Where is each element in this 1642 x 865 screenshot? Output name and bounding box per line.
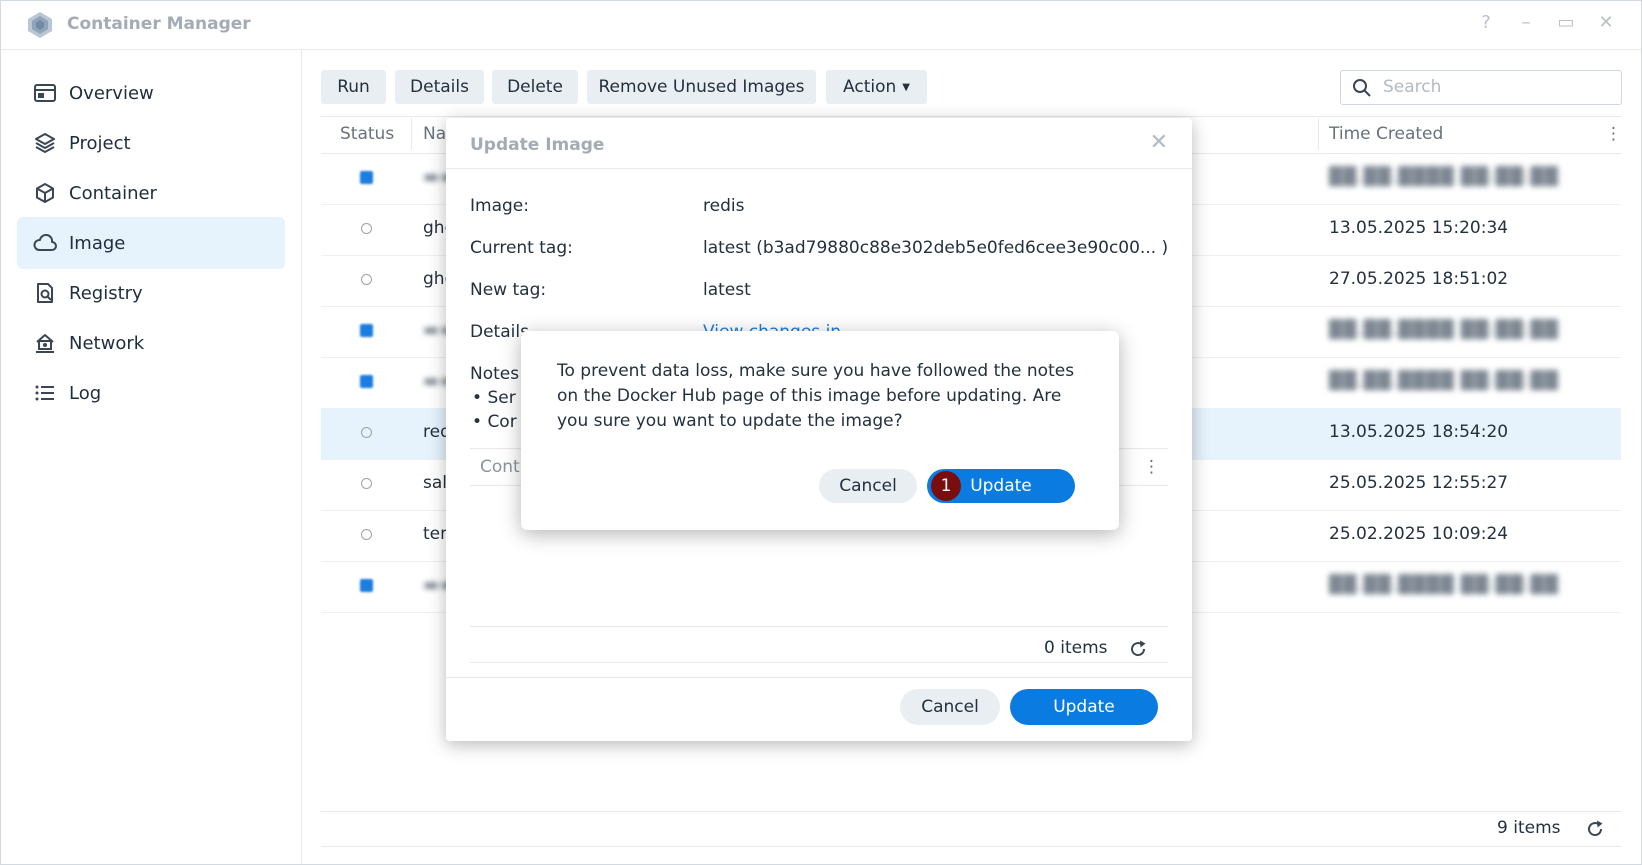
list-icon xyxy=(33,381,57,405)
sidebar-item-label: Project xyxy=(69,132,131,154)
current-tag-value: latest (b3ad79880c88e302deb5e0fed6cee3e9… xyxy=(703,238,1169,258)
title-bar: Container Manager ? – ▭ ✕ xyxy=(1,1,1641,50)
caret-down-icon: ▼ xyxy=(902,81,910,93)
column-options-icon[interactable]: ⋮ xyxy=(1143,457,1160,477)
running-status-icon xyxy=(360,579,373,592)
image-name: sal xyxy=(423,473,447,493)
confirm-update-label: Update xyxy=(970,476,1032,496)
sidebar-item-label: Overview xyxy=(69,82,154,104)
column-header-time-created[interactable]: Time Created xyxy=(1329,116,1443,152)
sidebar-item-label: Registry xyxy=(69,282,143,304)
registry-icon xyxy=(33,281,57,305)
update-button[interactable]: Update xyxy=(1010,689,1158,725)
maximize-icon[interactable]: ▭ xyxy=(1554,11,1578,35)
time-created: ██.██.████ ██:██:██ xyxy=(1329,371,1559,391)
cube-icon xyxy=(33,181,57,205)
current-tag-label: Current tag: xyxy=(470,238,573,258)
running-status-icon xyxy=(360,324,373,337)
column-options-icon[interactable]: ⋮ xyxy=(1605,116,1622,152)
idle-status-icon xyxy=(361,478,372,489)
container-manager-logo-icon xyxy=(28,12,52,38)
items-count: 9 items xyxy=(1497,818,1561,838)
close-icon[interactable]: ✕ xyxy=(1150,130,1168,155)
notes-item: • Cor xyxy=(472,412,517,432)
sidebar-item-project[interactable]: Project xyxy=(17,117,285,169)
table-footer-divider xyxy=(321,811,1621,812)
sidebar-item-network[interactable]: Network xyxy=(17,317,285,369)
time-created: 25.02.2025 10:09:24 xyxy=(1329,524,1509,544)
confirm-update-button[interactable]: 1 Update xyxy=(927,469,1075,503)
sub-table-bottom-divider xyxy=(470,662,1168,663)
column-divider xyxy=(411,118,412,150)
new-tag-label: New tag: xyxy=(470,280,547,300)
confirm-message: To prevent data loss, make sure you have… xyxy=(557,361,1075,431)
search-icon xyxy=(1353,79,1371,97)
time-created: ██.██.████ ██:██:██ xyxy=(1329,167,1559,187)
idle-status-icon xyxy=(361,427,372,438)
sidebar: Overview Project Container Image Registr… xyxy=(1,50,302,864)
time-created: 27.05.2025 18:51:02 xyxy=(1329,269,1509,289)
remove-unused-images-button[interactable]: Remove Unused Images xyxy=(587,70,816,104)
idle-status-icon xyxy=(361,274,372,285)
action-dropdown[interactable]: Action ▼ xyxy=(826,70,927,104)
app-title: Container Manager xyxy=(67,14,251,34)
idle-status-icon xyxy=(361,223,372,234)
sidebar-item-registry[interactable]: Registry xyxy=(17,267,285,319)
help-icon[interactable]: ? xyxy=(1474,11,1498,35)
details-button[interactable]: Details xyxy=(395,70,484,104)
column-header-status[interactable]: Status xyxy=(340,116,394,152)
column-divider xyxy=(1318,118,1319,150)
idle-status-icon xyxy=(361,529,372,540)
sidebar-item-label: Container xyxy=(69,182,157,204)
sub-items-count: 0 items xyxy=(1044,638,1108,658)
layers-icon xyxy=(33,131,57,155)
search-input[interactable]: Search xyxy=(1340,70,1622,105)
confirm-cancel-button[interactable]: Cancel xyxy=(819,469,917,503)
time-created: 13.05.2025 15:20:34 xyxy=(1329,218,1509,238)
sub-table-column-header: Cont xyxy=(480,457,520,477)
sidebar-item-container[interactable]: Container xyxy=(17,167,285,219)
running-status-icon xyxy=(360,171,373,184)
cloud-icon xyxy=(33,231,57,255)
sidebar-item-overview[interactable]: Overview xyxy=(17,67,285,119)
time-created: 25.05.2025 12:55:27 xyxy=(1329,473,1509,493)
image-label: Image: xyxy=(470,196,529,216)
close-icon[interactable]: ✕ xyxy=(1594,11,1618,35)
sidebar-item-label: Log xyxy=(69,382,102,404)
refresh-icon[interactable] xyxy=(1128,639,1148,659)
action-label: Action xyxy=(843,77,897,97)
running-status-icon xyxy=(360,375,373,388)
sidebar-item-image[interactable]: Image xyxy=(17,217,285,269)
notes-label: Notes: xyxy=(470,364,525,384)
time-created: 13.05.2025 18:54:20 xyxy=(1329,422,1509,442)
sidebar-item-label: Image xyxy=(69,232,126,254)
new-tag-value: latest xyxy=(703,280,751,300)
time-created: ██.██.████ ██:██:██ xyxy=(1329,320,1559,340)
network-icon xyxy=(33,331,57,355)
dialog-title: Update Image xyxy=(470,135,605,155)
time-created: ██.██.████ ██:██:██ xyxy=(1329,575,1559,595)
minimize-icon[interactable]: – xyxy=(1514,11,1538,35)
cancel-button[interactable]: Cancel xyxy=(900,689,1000,725)
notes-item: • Ser xyxy=(472,388,516,408)
sidebar-item-log[interactable]: Log xyxy=(17,367,285,419)
image-value: redis xyxy=(703,196,745,216)
sidebar-item-label: Network xyxy=(69,332,145,354)
refresh-icon[interactable] xyxy=(1585,819,1605,839)
app-window: Container Manager ? – ▭ ✕ Overview Proje… xyxy=(0,0,1642,865)
delete-button[interactable]: Delete xyxy=(492,70,578,104)
search-placeholder: Search xyxy=(1383,77,1442,97)
table-footer-bottom-divider xyxy=(321,846,1621,847)
column-header-name[interactable]: Na xyxy=(423,116,446,152)
overview-icon xyxy=(33,81,57,105)
step-marker: 1 xyxy=(931,471,961,501)
dialog-footer-divider xyxy=(446,677,1192,678)
run-button[interactable]: Run xyxy=(321,70,386,104)
confirm-update-dialog: To prevent data loss, make sure you have… xyxy=(521,331,1119,530)
sub-table-footer-divider xyxy=(470,626,1168,627)
dialog-header-divider xyxy=(446,168,1192,169)
